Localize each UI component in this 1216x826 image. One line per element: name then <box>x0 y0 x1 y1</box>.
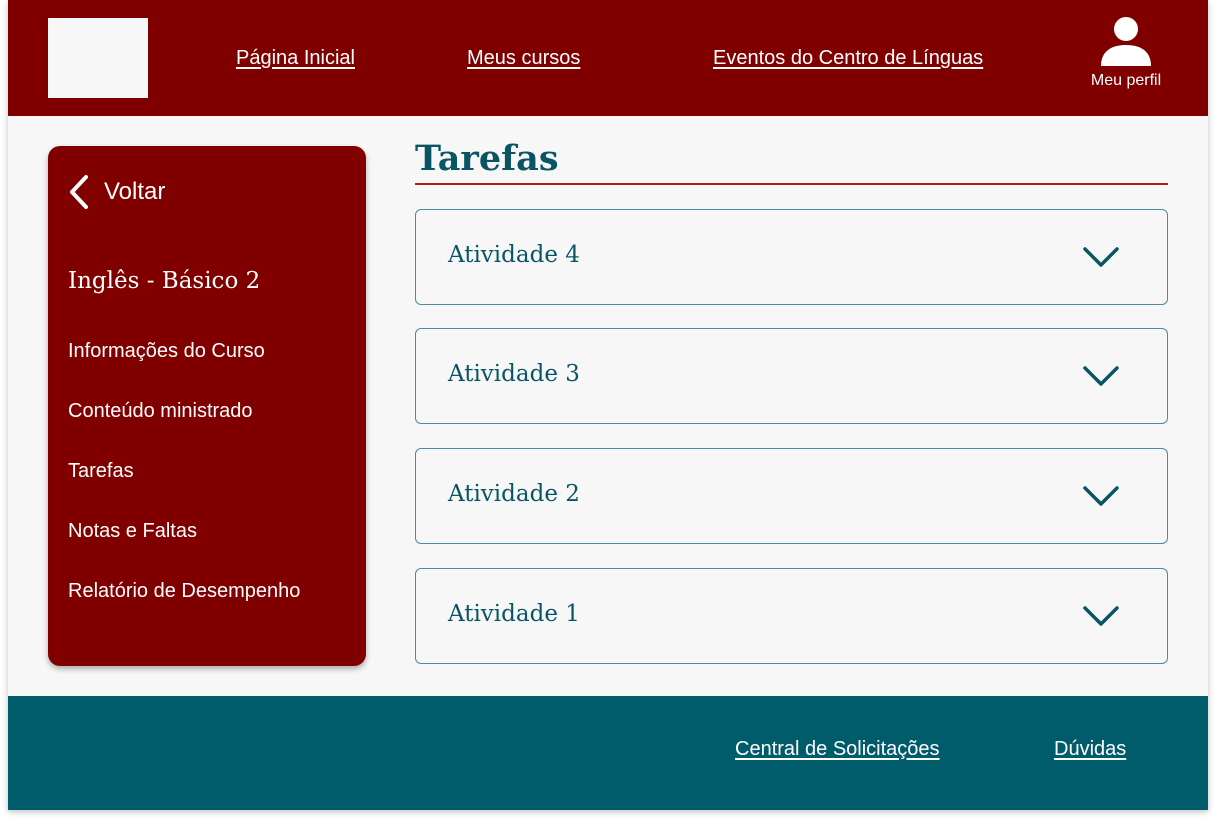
profile-button[interactable]: Meu perfil <box>1080 14 1172 104</box>
activity-label: Atividade 1 <box>448 601 580 627</box>
page-title: Tarefas <box>415 138 559 179</box>
chevron-down-icon <box>1083 366 1119 386</box>
course-sidebar: Voltar Inglês - Básico 2 Informações do … <box>48 146 366 666</box>
profile-label: Meu perfil <box>1090 72 1162 89</box>
sidebar-item-tasks[interactable]: Tarefas <box>68 460 134 483</box>
sidebar-item-performance[interactable]: Relatório de Desempenho <box>68 580 300 603</box>
chevron-left-icon <box>70 175 88 209</box>
top-header: Página Inicial Meus cursos Eventos do Ce… <box>8 0 1208 116</box>
sidebar-item-course-info[interactable]: Informações do Curso <box>68 340 265 363</box>
activity-card[interactable]: Atividade 4 <box>415 209 1168 305</box>
chevron-down-icon <box>1083 486 1119 506</box>
user-icon <box>1101 17 1151 66</box>
nav-home-link[interactable]: Página Inicial <box>236 47 355 70</box>
app-frame: Página Inicial Meus cursos Eventos do Ce… <box>8 0 1208 810</box>
nav-my-courses-link[interactable]: Meus cursos <box>467 47 580 70</box>
sidebar-item-grades[interactable]: Notas e Faltas <box>68 520 197 543</box>
logo-placeholder <box>48 18 148 98</box>
activity-card[interactable]: Atividade 3 <box>415 328 1168 424</box>
activity-label: Atividade 3 <box>448 361 580 387</box>
back-label: Voltar <box>104 178 166 205</box>
page-footer: Central de Solicitações Dúvidas <box>8 696 1208 810</box>
activity-card[interactable]: Atividade 1 <box>415 568 1168 664</box>
activity-label: Atividade 4 <box>448 242 580 268</box>
footer-faq-link[interactable]: Dúvidas <box>1054 738 1126 761</box>
chevron-down-icon <box>1083 247 1119 267</box>
sidebar-item-content[interactable]: Conteúdo ministrado <box>68 400 253 423</box>
footer-requests-link[interactable]: Central de Solicitações <box>735 738 940 761</box>
activity-card[interactable]: Atividade 2 <box>415 448 1168 544</box>
activity-label: Atividade 2 <box>448 481 580 507</box>
chevron-down-icon <box>1083 606 1119 626</box>
title-divider <box>415 183 1168 185</box>
nav-events-link[interactable]: Eventos do Centro de Línguas <box>713 47 983 70</box>
course-title: Inglês - Básico 2 <box>68 268 261 294</box>
back-button[interactable]: Voltar <box>68 174 165 210</box>
